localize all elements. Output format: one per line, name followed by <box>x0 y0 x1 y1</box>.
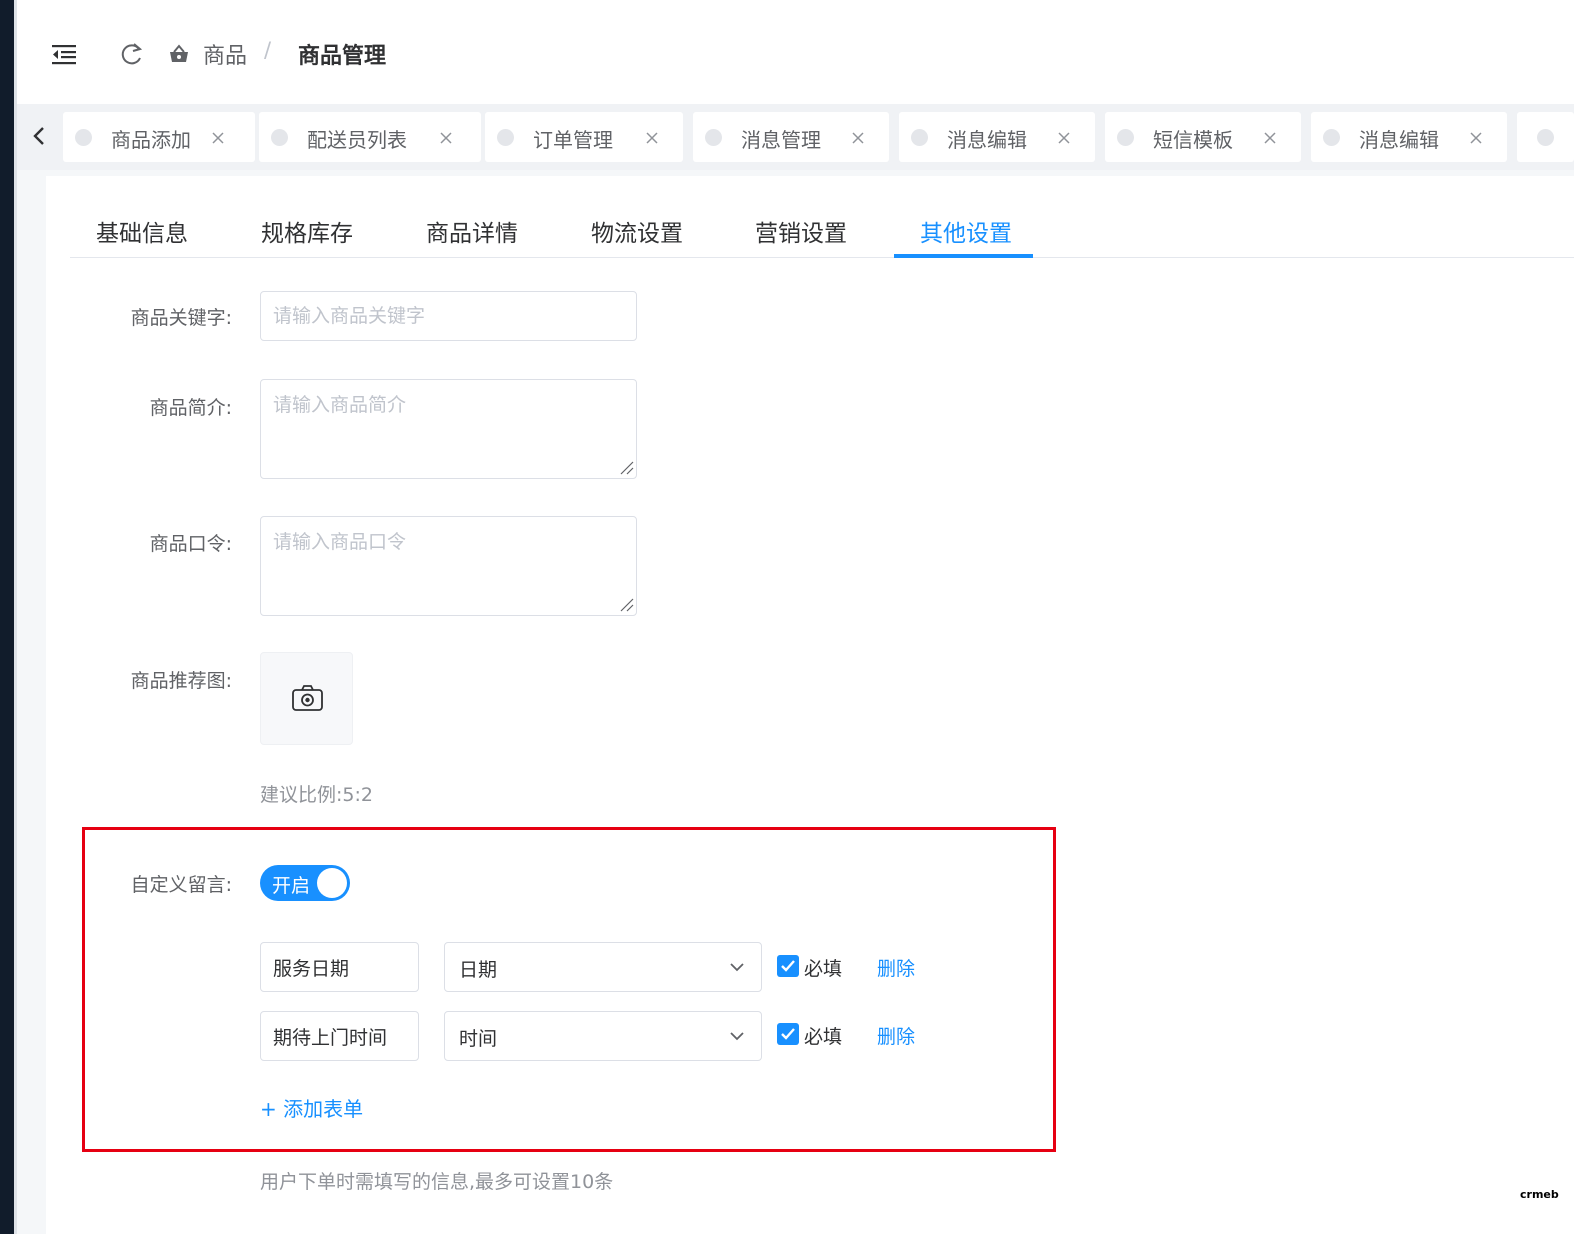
tab-marketing[interactable]: 营销设置 <box>755 214 847 248</box>
tag-status-dot <box>1323 129 1340 146</box>
switch-knob <box>317 868 347 898</box>
breadcrumb-current: 商品管理 <box>298 44 387 69</box>
tag-label: 配送员列表 <box>307 128 407 152</box>
active-tab-indicator <box>894 254 1033 258</box>
top-header: 商品 / 商品管理 <box>17 0 1574 104</box>
required-checkbox[interactable] <box>777 1023 799 1045</box>
tab-product-detail[interactable]: 商品详情 <box>426 214 518 248</box>
chevron-down-icon <box>730 963 744 972</box>
custom-field-type-select[interactable]: 日期 <box>444 942 762 992</box>
menu-fold-icon[interactable] <box>51 40 77 68</box>
close-icon[interactable] <box>851 130 865 144</box>
refresh-icon[interactable] <box>119 40 145 68</box>
close-icon[interactable] <box>1469 130 1483 144</box>
tag-item[interactable]: 短信模板 <box>1105 112 1301 162</box>
custom-field-type-select[interactable]: 时间 <box>444 1011 762 1061</box>
chevron-left-icon[interactable] <box>28 122 50 150</box>
tag-item[interactable]: 商品添加 <box>63 112 255 162</box>
tag-item[interactable]: 配送员列表 <box>259 112 481 162</box>
required-label[interactable]: 必填 <box>804 954 842 981</box>
password-label: 商品口令: <box>149 533 232 555</box>
image-label: 商品推荐图: <box>130 670 232 692</box>
tag-label: 商品添加 <box>111 128 191 152</box>
tag-label: 订单管理 <box>533 128 613 152</box>
camera-icon <box>292 685 323 711</box>
password-textarea[interactable] <box>260 516 637 616</box>
check-icon <box>781 960 795 972</box>
image-ratio-hint: 建议比例:5:2 <box>260 784 373 806</box>
check-icon <box>781 1028 795 1040</box>
tag-status-dot <box>705 129 722 146</box>
delete-field-link[interactable]: 删除 <box>877 1022 915 1049</box>
required-checkbox[interactable] <box>777 955 799 977</box>
required-label[interactable]: 必填 <box>804 1022 842 1049</box>
chevron-down-icon <box>730 1032 744 1041</box>
close-icon[interactable] <box>1263 130 1277 144</box>
tag-label: 消息编辑 <box>947 128 1027 152</box>
watermark-logo: crmeb <box>1520 1188 1559 1201</box>
custom-message-switch[interactable]: 开启 <box>260 865 350 901</box>
tag-label: 短信模板 <box>1153 128 1233 152</box>
sidebar-edge <box>0 0 14 1234</box>
tag-item-partial[interactable] <box>1517 112 1574 162</box>
breadcrumb-separator: / <box>264 38 272 62</box>
keyword-input[interactable] <box>260 291 637 341</box>
breadcrumb-root[interactable]: 商品 <box>203 38 247 70</box>
tab-logistics[interactable]: 物流设置 <box>591 214 683 248</box>
close-icon[interactable] <box>211 130 225 144</box>
tag-status-dot <box>75 129 92 146</box>
tag-label: 消息管理 <box>741 128 821 152</box>
custom-message-hint: 用户下单时需填写的信息,最多可设置10条 <box>260 1171 614 1193</box>
intro-textarea[interactable] <box>260 379 637 479</box>
close-icon[interactable] <box>439 130 453 144</box>
tag-status-dot <box>271 129 288 146</box>
select-value: 日期 <box>459 959 498 981</box>
tab-spec-stock[interactable]: 规格库存 <box>261 214 353 248</box>
switch-text: 开启 <box>272 875 311 897</box>
keyword-label: 商品关键字: <box>130 307 232 329</box>
tag-item[interactable]: 订单管理 <box>485 112 683 162</box>
tag-item[interactable]: 消息管理 <box>693 112 889 162</box>
image-upload[interactable] <box>260 652 353 745</box>
select-value: 时间 <box>459 1028 498 1050</box>
custom-message-label: 自定义留言: <box>130 874 232 896</box>
tag-item[interactable]: 消息编辑 <box>899 112 1095 162</box>
intro-label: 商品简介: <box>149 397 232 419</box>
tags-view-bar: 商品添加 配送员列表 订单管理 消息管理 消息编辑 短信模板 消息编辑 <box>17 104 1574 170</box>
close-icon[interactable] <box>1057 130 1071 144</box>
custom-field-name-input[interactable] <box>260 942 419 992</box>
form-tabs: 基础信息 规格库存 商品详情 物流设置 营销设置 其他设置 <box>70 200 1574 258</box>
delete-field-link[interactable]: 删除 <box>877 954 915 981</box>
tag-status-dot <box>497 129 514 146</box>
tag-status-dot <box>1117 129 1134 146</box>
tab-other-settings[interactable]: 其他设置 <box>920 214 1012 248</box>
close-icon[interactable] <box>645 130 659 144</box>
add-form-link[interactable]: + 添加表单 <box>260 1093 363 1122</box>
tag-status-dot <box>911 129 928 146</box>
custom-field-name-input[interactable] <box>260 1011 419 1061</box>
tab-basic-info[interactable]: 基础信息 <box>96 214 188 248</box>
tag-status-dot <box>1537 129 1554 146</box>
tag-label: 消息编辑 <box>1359 128 1439 152</box>
basket-icon <box>167 42 191 66</box>
tag-item[interactable]: 消息编辑 <box>1311 112 1507 162</box>
